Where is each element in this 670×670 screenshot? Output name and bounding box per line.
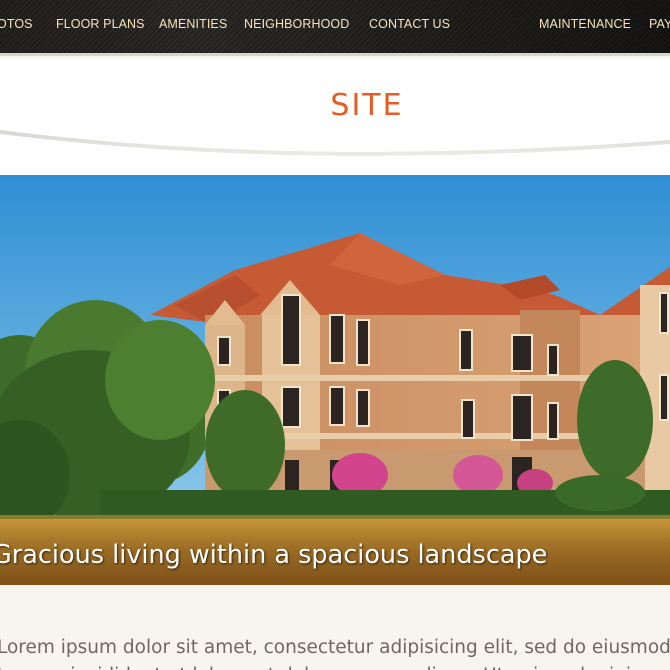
body-text-line: Lorem ipsum dolor sit amet, consectetur … — [0, 637, 670, 658]
nav-item-photos[interactable]: OTOS — [0, 17, 33, 31]
hero-banner — [0, 175, 670, 585]
nav-item-floor-plans[interactable]: FLOOR PLANS — [56, 17, 145, 31]
header-curve-divider — [0, 118, 670, 180]
apartment-building-photo — [0, 175, 670, 585]
nav-item-amenities[interactable]: AMENITIES — [159, 17, 227, 31]
content-area: Lorem ipsum dolor sit amet, consectetur … — [0, 585, 670, 670]
site-title: SITE — [330, 88, 404, 123]
body-text: Lorem ipsum dolor sit amet, consectetur … — [0, 634, 670, 670]
body-text-line: tempor incididunt ut labore et dolore ma… — [0, 662, 670, 670]
hero-caption: Gracious living within a spacious landsc… — [0, 540, 548, 570]
nav-item-contact-us[interactable]: CONTACT US — [369, 17, 450, 31]
nav-item-maintenance[interactable]: MAINTENANCE — [539, 17, 631, 31]
nav-item-pay[interactable]: PAY — [649, 17, 670, 31]
top-navigation: OTOS FLOOR PLANS AMENITIES NEIGHBORHOOD … — [0, 0, 670, 56]
nav-item-neighborhood[interactable]: NEIGHBORHOOD — [244, 17, 349, 31]
